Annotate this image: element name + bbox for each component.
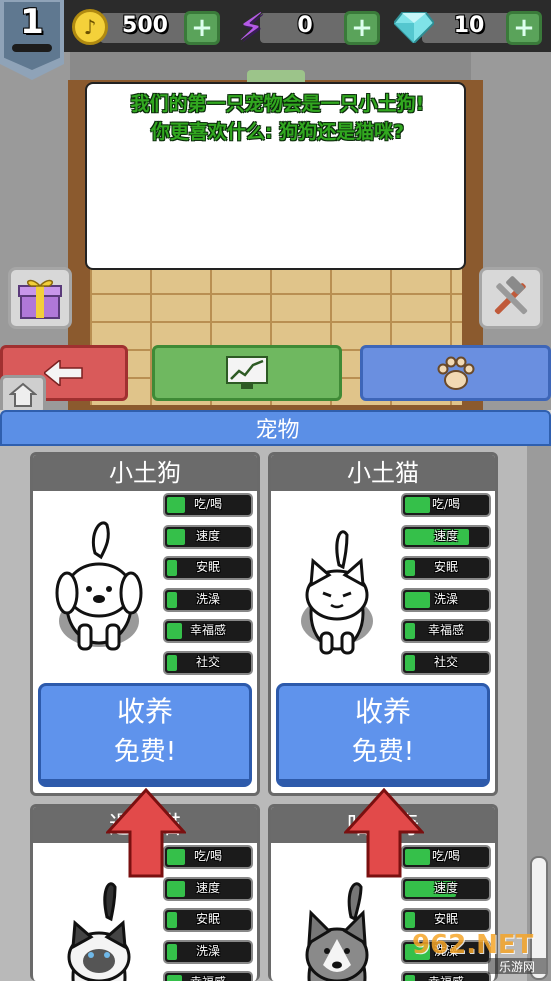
watermark-sub: 乐游网: [488, 958, 546, 974]
stat-label: 吃/喝: [193, 497, 223, 511]
level-progress-bar: [12, 44, 52, 52]
stat-label: 幸福感: [189, 623, 226, 637]
coin-value: 500: [122, 13, 168, 38]
stat-sleep: 安眠: [401, 908, 491, 932]
pet-name: 小土猫: [271, 455, 495, 491]
home-icon: [9, 382, 37, 407]
adopt-puppy-button[interactable]: 收养 免费!: [38, 683, 252, 787]
pets-button[interactable]: [360, 345, 551, 401]
watermark: 962.NET 乐游网: [412, 930, 546, 974]
adopt-label: 收养: [354, 695, 411, 728]
energy-counter: 0 ⚡ +: [232, 5, 384, 49]
stat-label: 安眠: [433, 560, 458, 574]
coin-counter: 500 ♪ +: [72, 9, 224, 45]
stat-label: 安眠: [433, 912, 458, 926]
stat-sleep: 安眠: [163, 908, 253, 932]
gem-value: 10: [453, 13, 485, 38]
stat-label: 吃/喝: [431, 497, 461, 511]
stat-label: 速度: [195, 880, 220, 895]
stat-label: 社交: [433, 654, 458, 669]
coin-icon: ♪: [72, 9, 108, 45]
stat-label: 安眠: [195, 912, 220, 926]
stat-label: 洗澡: [195, 943, 220, 958]
stat-bath: 洗澡: [163, 939, 253, 964]
gift-button[interactable]: [8, 267, 72, 329]
gift-icon: [18, 279, 62, 319]
dialog-line-2: 你更喜欢什么: 狗狗还是猫咪?: [150, 121, 405, 143]
kitten-image: [301, 530, 373, 655]
stat-speed: 速度: [163, 524, 253, 549]
gem-counter: 10 +: [394, 9, 546, 45]
pet-card-kitten[interactable]: 小土猫 吃/喝 速度 安眠 洗澡 幸福感 社交 收养 免费!: [268, 452, 498, 796]
dialog-bubble: 我们的第一只宠物会是一只小土狗! 你更喜欢什么: 狗狗还是猫咪?: [85, 82, 466, 270]
level-number: 1: [20, 2, 44, 42]
stat-sleep: 安眠: [163, 556, 253, 580]
stat-social: 社交: [163, 650, 253, 675]
add-gems-button[interactable]: +: [506, 11, 542, 45]
stat-label: 幸福感: [427, 623, 464, 637]
stat-food: 吃/喝: [401, 493, 491, 517]
energy-value: 0: [297, 13, 313, 38]
stat-happiness: 幸福感: [401, 619, 491, 643]
arrow-left-icon: [44, 360, 83, 386]
panel-header: 宠物: [0, 410, 551, 446]
stat-sleep: 安眠: [401, 556, 491, 580]
dialog-line-1: 我们的第一只宠物会是一只小土狗!: [130, 93, 425, 115]
stat-speed: 速度: [401, 876, 491, 901]
stat-food: 吃/喝: [163, 493, 253, 517]
hammer-wrench-icon: [494, 276, 528, 315]
pet-card-puppy[interactable]: 小土狗 吃/喝 速度 安眠 洗澡 幸福感 社交 收养 免费!: [30, 452, 260, 796]
stat-label: 安眠: [195, 560, 220, 574]
panel-title: 宠物: [255, 418, 300, 443]
top-bar: 1 500 ♪ + 0 ⚡ + 10 +: [0, 0, 551, 80]
home-button[interactable]: [0, 375, 46, 415]
puppy-image: [55, 521, 143, 651]
stat-label: 速度: [433, 880, 458, 895]
stat-speed: 速度: [163, 876, 253, 901]
tutorial-arrow-up-icon: [106, 788, 186, 878]
dialog-text: 我们的第一只宠物会是一只小土狗! 你更喜欢什么: 狗狗还是猫咪?: [87, 90, 468, 146]
stat-bath: 洗澡: [401, 587, 491, 612]
stat-happiness: 幸福感: [163, 619, 253, 643]
add-energy-button[interactable]: +: [344, 11, 380, 45]
adopt-price: 免费!: [113, 737, 177, 767]
adopt-price: 免费!: [351, 737, 415, 767]
adopt-label: 收养: [116, 695, 173, 728]
stats-button[interactable]: [152, 345, 342, 401]
stat-happiness: 幸福感: [163, 971, 253, 981]
diamond-icon: [394, 12, 434, 43]
stat-label: 洗澡: [195, 591, 220, 606]
stat-bath: 洗澡: [163, 587, 253, 612]
watermark-logo: 962.NET: [412, 930, 534, 960]
build-tools-button[interactable]: [479, 267, 543, 329]
tutorial-arrow-up-icon: [344, 788, 424, 878]
paw-icon: [437, 356, 474, 390]
pet-name: 小土狗: [33, 455, 257, 491]
stat-label: 幸福感: [165, 973, 251, 981]
stat-label: 社交: [195, 654, 220, 669]
stat-speed: 速度: [401, 524, 491, 549]
pet-stats: 吃/喝 速度 安眠 洗澡 幸福感 社交: [401, 493, 493, 682]
stat-label: 洗澡: [433, 591, 458, 606]
stat-social: 社交: [401, 650, 491, 675]
pet-stats: 吃/喝 速度 安眠 洗澡 幸福感 社交: [163, 493, 255, 682]
level-badge[interactable]: 1: [0, 0, 64, 80]
chart-monitor-icon: [226, 356, 268, 389]
lightning-icon: ⚡: [237, 5, 265, 49]
adopt-kitten-button[interactable]: 收养 免费!: [276, 683, 490, 787]
stat-label: 幸福感: [403, 973, 489, 981]
stat-label: 速度: [433, 528, 458, 543]
stat-label: 速度: [195, 528, 220, 543]
add-coins-button[interactable]: +: [184, 11, 220, 45]
